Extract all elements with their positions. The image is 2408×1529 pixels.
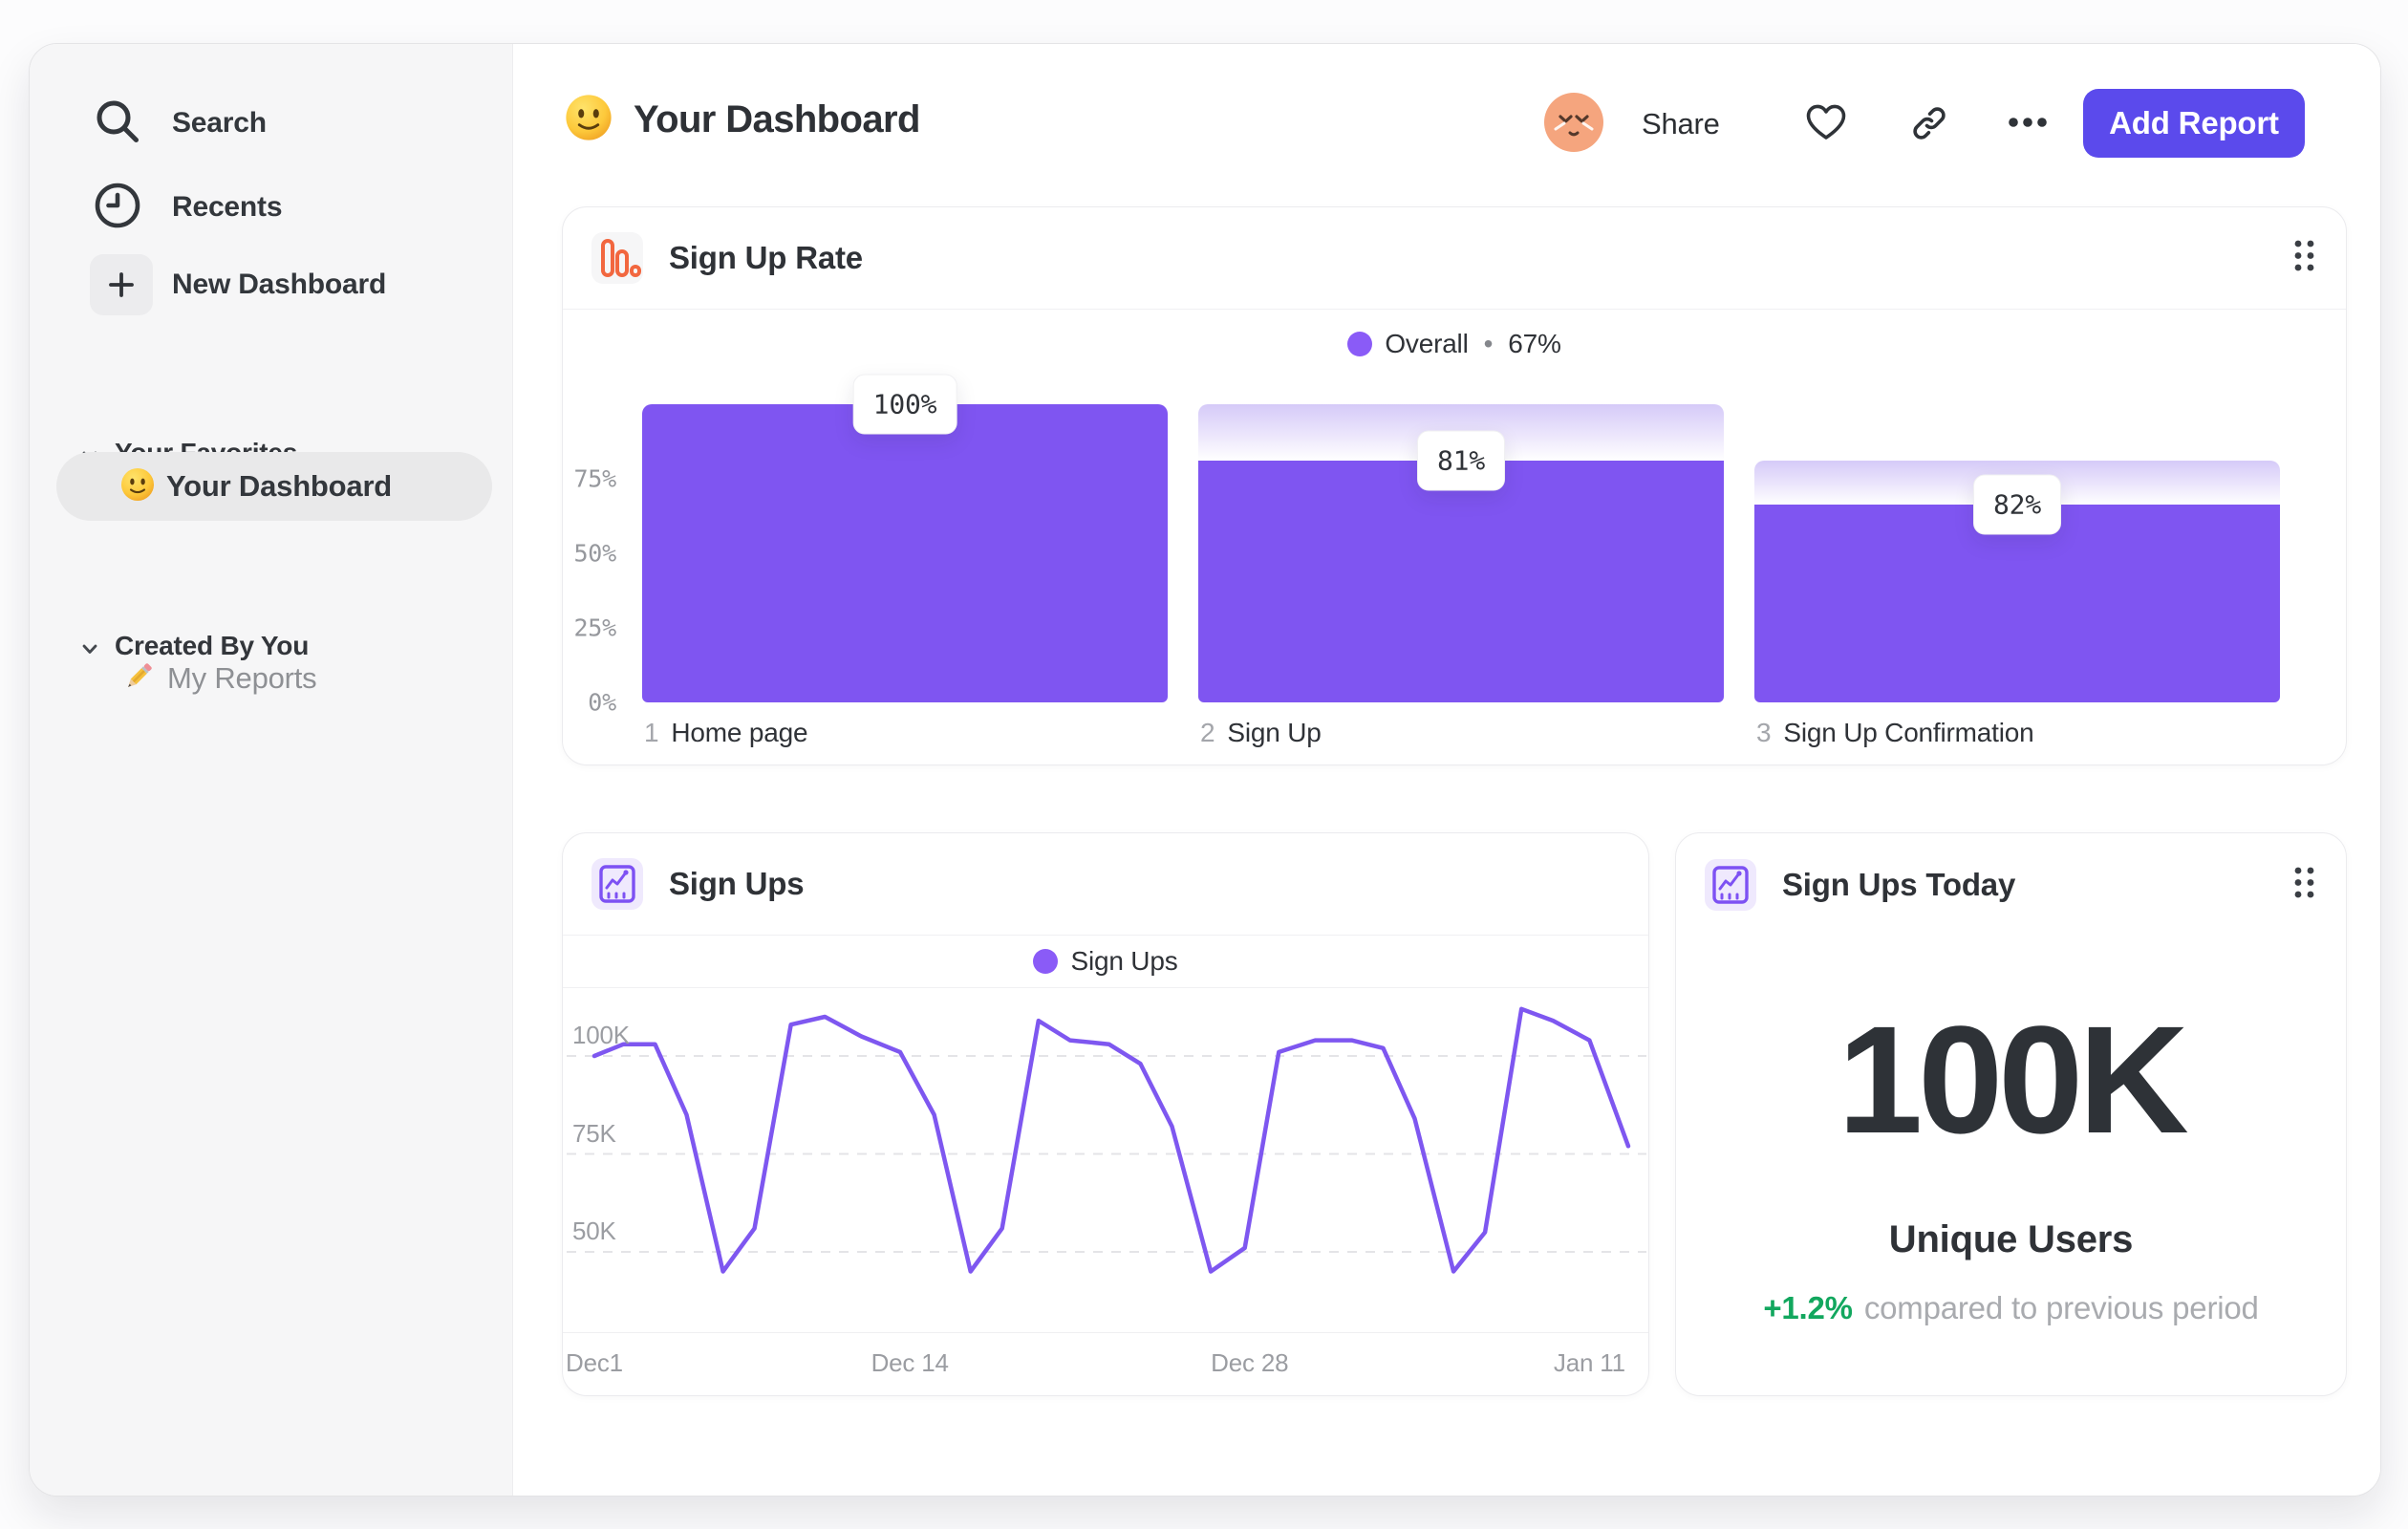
card-title: Sign Up Rate [669, 240, 863, 275]
funnel-step-label: 1 Home page [644, 718, 808, 747]
legend-dot-icon [1033, 949, 1059, 974]
line-legend[interactable]: Sign Ups [563, 936, 1648, 988]
y-axis-label: 50K [572, 1217, 616, 1245]
funnel-y-axis: 75% 50% 25% 0% [570, 404, 616, 717]
funnel-y-tick: 50% [573, 539, 616, 568]
favorite-heart-icon[interactable] [1804, 101, 1848, 148]
funnel-bar-fill [642, 404, 1168, 702]
sidebar-item-my-reports[interactable]: My Reports [120, 656, 317, 701]
sidebar-item-label: Your Dashboard [166, 469, 393, 503]
line-chart-icon [1705, 858, 1756, 911]
delta-description: compared to previous period [1863, 1290, 2259, 1325]
screen: Search Recents New Dashboard Your Favori… [0, 0, 2408, 1529]
signups-line [591, 1006, 1631, 1274]
funnel-plot: 100% 1 Home page 81% 2 Sign Up 82% 3 Sign Up Con… [642, 374, 2280, 747]
card-header: Sign Up Rate [563, 207, 2346, 310]
sidebar-item-label: New Dashboard [172, 269, 387, 300]
sidebar-item-your-dashboard[interactable]: Your Dashboard [56, 452, 492, 521]
funnel-bar-fill [1198, 461, 1724, 702]
avatar[interactable] [1544, 93, 1603, 152]
sidebar-item-search[interactable]: Search [92, 96, 267, 151]
sign-ups-today-card: Sign Ups Today 100K Unique Users +1.2% co… [1675, 832, 2347, 1396]
funnel-value-tooltip: 81% [1417, 430, 1505, 491]
main-content: Your Dashboard Share Add Report Sign Up … [513, 44, 2380, 1496]
legend-label: Overall [1385, 329, 1469, 358]
drag-handle-icon[interactable] [2291, 237, 2317, 279]
page-title: Your Dashboard [634, 98, 920, 140]
y-axis-label: 100K [572, 1021, 630, 1049]
add-report-button[interactable]: Add Report [2083, 89, 2305, 158]
page-title-row: Your Dashboard [565, 94, 920, 146]
metric-value: 100K [1838, 994, 2189, 1165]
chevron-down-icon [82, 631, 97, 661]
smiley-emoji-icon [120, 467, 155, 506]
sidebar-item-label: My Reports [167, 661, 317, 695]
card-header: Sign Ups [563, 833, 1648, 936]
funnel-bar[interactable]: 82% 3 Sign Up Confirmation [1754, 404, 2280, 747]
funnel-y-tick: 25% [573, 614, 616, 642]
card-title: Sign Ups [669, 866, 805, 901]
sidebar-item-label: Search [172, 107, 267, 139]
funnel-y-tick: 0% [588, 688, 616, 717]
copy-link-icon[interactable] [1908, 102, 1950, 149]
x-axis-label: Dec1 [566, 1348, 623, 1377]
legend-label: Sign Ups [1070, 946, 1178, 976]
funnel-value-tooltip: 100% [852, 374, 957, 435]
plus-icon [90, 254, 153, 315]
funnel-bar[interactable]: 81% 2 Sign Up [1198, 404, 1724, 747]
metric-delta-row: +1.2% compared to previous period [1676, 1290, 2346, 1326]
line-x-axis: Dec1 Dec 14 Dec 28 Jan 11 [563, 1332, 1648, 1397]
sidebar-item-new-dashboard[interactable]: New Dashboard [90, 254, 387, 315]
funnel-bar[interactable]: 100% 1 Home page [642, 374, 1168, 747]
card-header: Sign Ups Today [1676, 833, 2346, 936]
sidebar-item-label: Recents [172, 191, 283, 223]
more-options-icon[interactable] [2007, 113, 2049, 137]
smiley-emoji-icon [565, 94, 613, 146]
sign-up-rate-card: Sign Up Rate Overall • 67% 75% 50% 25% 0% 1… [562, 206, 2347, 765]
funnel-step-label: 3 Sign Up Confirmation [1756, 718, 2034, 747]
line-plot: 100K 75K 50K [563, 989, 1650, 1332]
app-window: Search Recents New Dashboard Your Favori… [29, 43, 2381, 1497]
y-axis-label: 75K [572, 1118, 616, 1148]
pencil-emoji-icon [120, 658, 157, 700]
share-button[interactable]: Share [1642, 107, 1720, 141]
funnel-y-tick: 75% [573, 464, 616, 493]
card-title: Sign Ups Today [1782, 866, 2016, 902]
line-chart-svg [567, 1006, 1646, 1274]
x-axis-label: Dec 28 [1211, 1348, 1289, 1377]
clock-icon [92, 180, 143, 236]
funnel-value-tooltip: 82% [1973, 474, 2061, 535]
funnel-legend[interactable]: Overall • 67% [563, 310, 2346, 378]
x-axis-label: Jan 11 [1553, 1348, 1625, 1377]
funnel-step-label: 2 Sign Up [1200, 718, 1322, 747]
legend-dot-icon [1347, 332, 1373, 356]
legend-separator: • [1483, 329, 1494, 358]
legend-value: 67% [1508, 329, 1561, 358]
line-chart-icon [591, 858, 643, 910]
search-icon [92, 96, 143, 152]
sidebar-item-recents[interactable]: Recents [92, 180, 283, 236]
drag-handle-icon[interactable] [2291, 864, 2317, 906]
x-axis-label: Dec 14 [871, 1348, 949, 1377]
delta-value: +1.2% [1763, 1290, 1853, 1325]
sign-ups-card: Sign Ups Sign Ups 100K 75K 50K Dec1 Dec 14 D… [562, 832, 1649, 1396]
sidebar: Search Recents New Dashboard Your Favori… [30, 44, 513, 1496]
bar-chart-icon [591, 232, 643, 284]
metric-label: Unique Users [1888, 1218, 2134, 1260]
